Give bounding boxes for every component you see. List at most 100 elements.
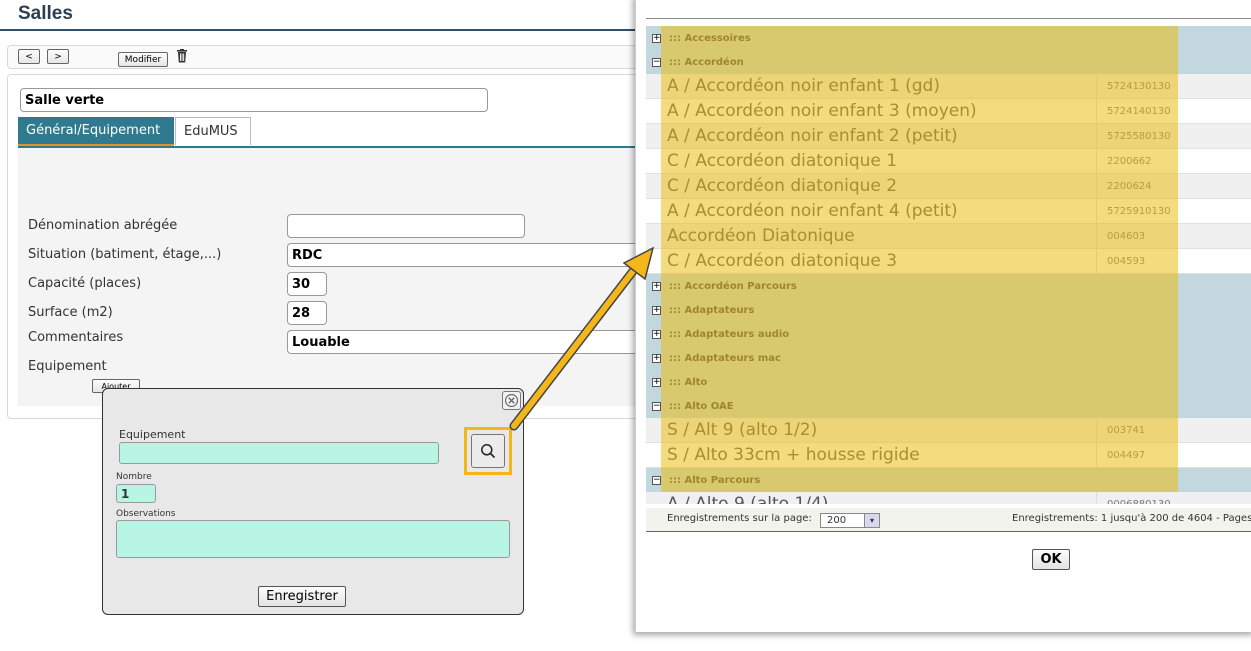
equipment-row[interactable]: A / Accordéon noir enfant 4 (petit) 57259…	[646, 199, 1251, 224]
field-label-comments: Commentaires	[28, 330, 124, 345]
equipment-name: Accordéon Diatonique	[667, 226, 855, 246]
close-button[interactable]	[502, 391, 521, 410]
situation-input[interactable]: RDC	[287, 243, 648, 267]
comments-input[interactable]: Louable	[287, 330, 648, 354]
room-name-input[interactable]: Salle verte	[20, 88, 488, 112]
group-row[interactable]: −::: Alto Parcours	[646, 468, 1251, 492]
tab-general-equipement[interactable]: Général/Equipement	[18, 117, 174, 147]
equipment-code: 5724130130	[1096, 74, 1171, 98]
short-name-input[interactable]	[287, 214, 525, 238]
equipment-code: 2200624	[1096, 174, 1152, 198]
per-page-select[interactable]: 200 ▾	[820, 513, 880, 528]
equipment-row[interactable]: C / Accordéon diatonique 3 004593	[646, 249, 1251, 274]
collapse-icon[interactable]: −	[652, 401, 661, 411]
popup-count-input[interactable]: 1	[116, 484, 156, 503]
equipment-name: A / Accordéon noir enfant 4 (petit)	[667, 201, 958, 221]
group-label: ::: Accordéon	[669, 56, 744, 68]
edit-button[interactable]: Modifier	[118, 52, 168, 67]
equipment-name: A / Accordéon noir enfant 1 (gd)	[667, 76, 940, 96]
equipment-row[interactable]: S / Alt 9 (alto 1/2) 003741	[646, 418, 1251, 443]
next-button[interactable]: >	[47, 49, 69, 64]
group-row[interactable]: −::: Alto OAE	[646, 394, 1251, 418]
equipment-code: 2200662	[1096, 149, 1152, 173]
chevron-down-icon: ▾	[864, 514, 879, 527]
group-row[interactable]: +::: Accessoires	[646, 26, 1251, 50]
records-info: Enregistrements: 1 jusqu'à 200 de 4604 -…	[1012, 513, 1251, 524]
per-page-label: Enregistrements sur la page:	[667, 513, 812, 524]
group-label: ::: Accordéon Parcours	[669, 280, 797, 292]
field-label-surface: Surface (m2)	[28, 305, 113, 320]
equipment-code: 004497	[1096, 443, 1145, 467]
group-label: ::: Accessoires	[669, 32, 751, 44]
equipment-code: 004593	[1096, 249, 1145, 273]
equipment-code: 5725910130	[1096, 199, 1171, 223]
popup-equipment-label: Equipement	[119, 428, 186, 441]
room-panel: Salle verte Général/Equipement EduMUS Dé…	[7, 74, 648, 419]
equipment-row[interactable]: Accordéon Diatonique 004603	[646, 224, 1251, 249]
group-row[interactable]: +::: Accordéon Parcours	[646, 274, 1251, 298]
tab-edumus[interactable]: EduMUS	[175, 117, 251, 145]
per-page-value: 200	[827, 515, 847, 526]
expand-icon[interactable]: +	[652, 377, 661, 387]
save-button[interactable]: Enregistrer	[258, 586, 346, 607]
equipment-name: C / Accordéon diatonique 1	[667, 151, 898, 171]
expand-icon[interactable]: +	[652, 329, 661, 339]
trash-icon[interactable]	[176, 49, 188, 63]
expand-icon[interactable]: +	[652, 281, 661, 291]
equipment-row[interactable]: C / Accordéon diatonique 2 2200624	[646, 174, 1251, 199]
group-row[interactable]: −::: Accordéon	[646, 50, 1251, 74]
equipment-row[interactable]: A / Accordéon noir enfant 3 (moyen) 57241…	[646, 99, 1251, 124]
group-label: ::: Alto	[669, 376, 708, 388]
equipment-row[interactable]: A / Accordéon noir enfant 1 (gd) 57241301…	[646, 74, 1251, 99]
collapse-icon[interactable]: −	[652, 57, 661, 67]
equipment-popup: Equipement Nombre 1 Observations Enregis…	[102, 388, 524, 615]
close-icon	[505, 394, 518, 407]
search-button[interactable]	[471, 434, 505, 468]
equipment-code: 004603	[1096, 224, 1145, 248]
equipment-code: 003741	[1096, 418, 1145, 442]
dialog-divider	[646, 18, 1251, 19]
equipment-name: C / Accordéon diatonique 2	[667, 176, 898, 196]
search-icon	[481, 444, 496, 459]
equipment-name: A / Accordéon noir enfant 2 (petit)	[667, 126, 958, 146]
equipment-row[interactable]: S / Alto 33cm + housse rigide 004497	[646, 443, 1251, 468]
equipment-name: C / Accordéon diatonique 3	[667, 251, 898, 271]
popup-observations-textarea[interactable]	[116, 520, 510, 558]
equipment-picker-dialog: +::: Accessoires −::: Accordéon A / Accord…	[635, 0, 1251, 632]
collapse-icon[interactable]: −	[652, 475, 661, 485]
field-label-short-name: Dénomination abrégée	[28, 218, 178, 233]
capacity-input[interactable]: 30	[287, 272, 327, 296]
expand-icon[interactable]: +	[652, 33, 661, 43]
expand-icon[interactable]: +	[652, 353, 661, 363]
ok-button[interactable]: OK	[1032, 549, 1070, 570]
group-label: ::: Adaptateurs audio	[669, 328, 790, 340]
equipment-code: 0006880130	[1096, 492, 1171, 504]
grid-footer: Enregistrements sur la page: 200 ▾ Enreg…	[646, 508, 1251, 532]
group-row[interactable]: +::: Adaptateurs audio	[646, 322, 1251, 346]
equipment-row[interactable]: A / Alto 9 (alto 1/4) 0006880130	[646, 492, 1251, 504]
equipment-row[interactable]: A / Accordéon noir enfant 2 (petit) 57255…	[646, 124, 1251, 149]
field-label-equipment: Equipement	[28, 359, 107, 374]
group-row[interactable]: +::: Alto	[646, 370, 1251, 394]
record-toolbar: < > Modifier	[7, 45, 647, 69]
popup-observations-label: Observations	[116, 509, 176, 519]
equipment-name: A / Accordéon noir enfant 3 (moyen)	[667, 101, 977, 121]
group-label: ::: Adaptateurs mac	[669, 352, 781, 364]
field-label-situation: Situation (batiment, étage,...)	[28, 247, 222, 262]
title-divider	[0, 29, 640, 31]
expand-icon[interactable]: +	[652, 305, 661, 315]
form-area: Dénomination abrégée Situation (batiment…	[18, 148, 648, 406]
popup-equipment-input[interactable]	[119, 442, 439, 464]
surface-input[interactable]: 28	[287, 301, 327, 325]
group-row[interactable]: +::: Adaptateurs	[646, 298, 1251, 322]
previous-button[interactable]: <	[18, 49, 40, 64]
search-highlight	[464, 427, 512, 475]
equipment-row[interactable]: C / Accordéon diatonique 1 2200662	[646, 149, 1251, 174]
page-title: Salles	[18, 3, 73, 24]
group-row[interactable]: +::: Adaptateurs mac	[646, 346, 1251, 370]
group-label: ::: Alto OAE	[669, 400, 734, 412]
field-label-capacity: Capacité (places)	[28, 276, 142, 291]
equipment-name: S / Alto 33cm + housse rigide	[667, 445, 920, 465]
equipment-grid: +::: Accessoires −::: Accordéon A / Accord…	[646, 26, 1251, 504]
group-label: ::: Adaptateurs	[669, 304, 755, 316]
